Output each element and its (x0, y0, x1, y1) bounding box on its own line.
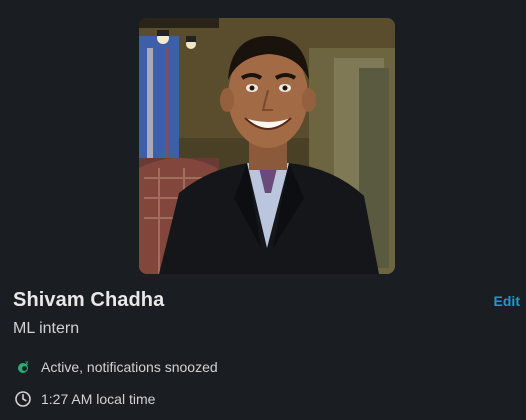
svg-text:z: z (25, 360, 29, 367)
edit-profile-link[interactable]: Edit (494, 293, 520, 309)
clock-icon (13, 389, 33, 409)
status-text: Active, notifications snoozed (41, 359, 218, 375)
local-time-text: 1:27 AM local time (41, 391, 156, 407)
profile-panel: Shivam Chadha Edit ML intern z Active, n… (0, 0, 526, 420)
status-row: z Active, notifications snoozed (13, 357, 218, 377)
local-time-row: 1:27 AM local time (13, 389, 155, 409)
profile-title: ML intern (13, 320, 80, 337)
profile-photo[interactable] (139, 18, 395, 274)
snoozed-active-icon: z (13, 357, 33, 377)
profile-photo-image (139, 18, 395, 274)
profile-name: Shivam Chadha (13, 289, 165, 311)
